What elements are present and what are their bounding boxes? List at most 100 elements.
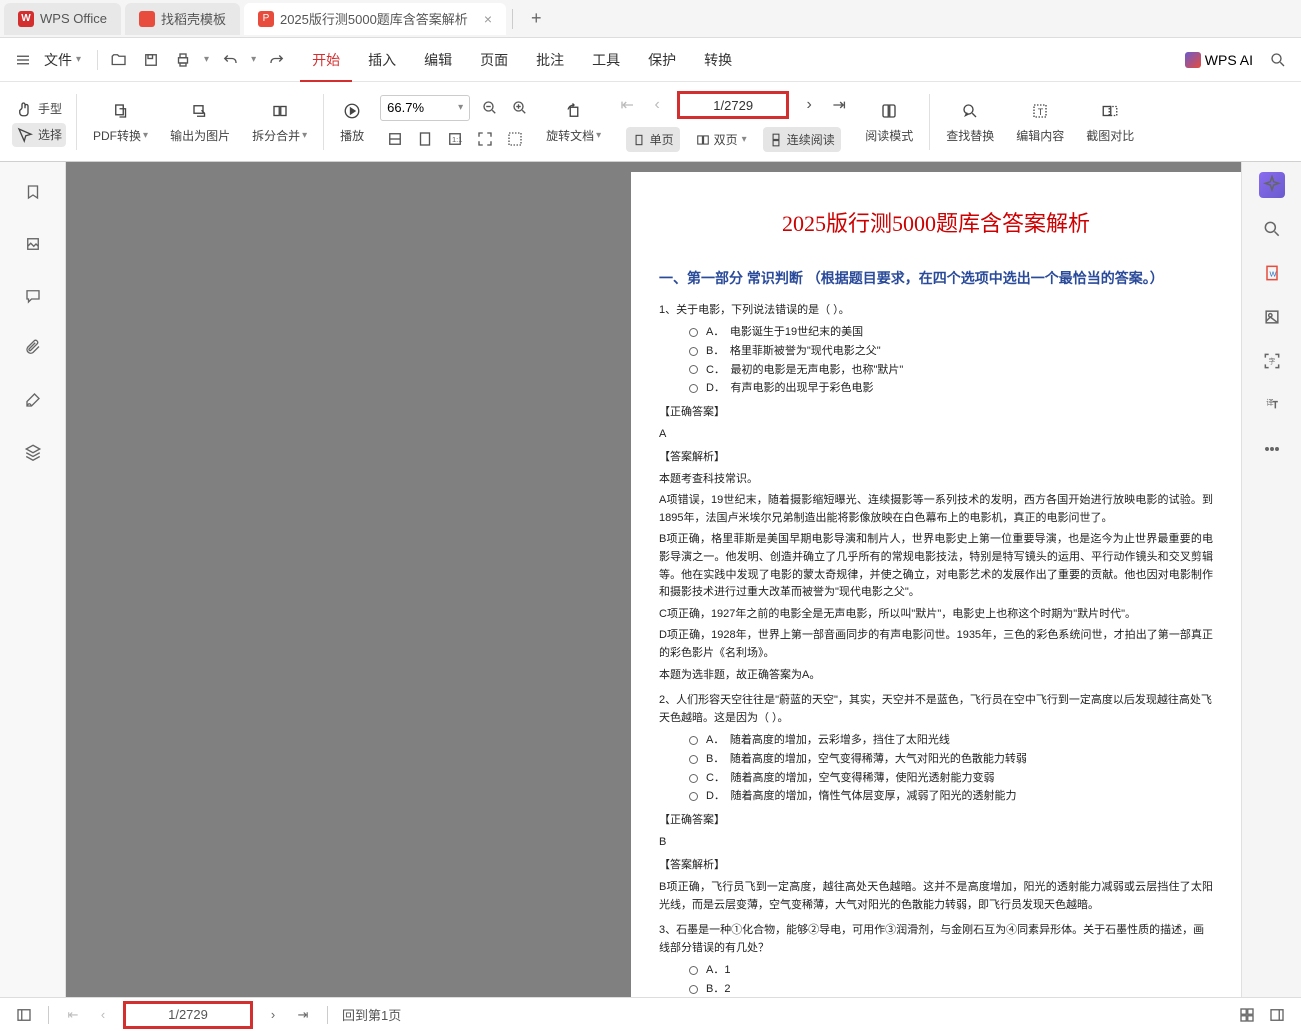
comments-icon[interactable] (21, 284, 45, 308)
option-label: B． 随着高度的增加，空气变得稀薄，大气对阳光的色散能力转弱 (706, 750, 1027, 769)
edit-content-button[interactable]: T 编辑内容 (1006, 95, 1074, 148)
export-image-button[interactable]: 输出为图片 (160, 95, 240, 148)
document-viewport[interactable]: 2025版行测5000题库含答案解析 一、第一部分 常识判断 （根据题目要求，在… (66, 162, 1241, 997)
last-page-icon[interactable]: ⇥ (829, 95, 849, 115)
rotate-icon (562, 99, 586, 123)
radio-icon (689, 985, 698, 994)
menu-protect[interactable]: 保护 (636, 44, 688, 76)
collapse-panel-icon[interactable] (1267, 1005, 1287, 1025)
fit-window-icon[interactable] (475, 129, 495, 149)
file-menu[interactable]: 文件▾ (38, 46, 87, 74)
menu-start[interactable]: 开始 (300, 38, 352, 82)
attachment-icon[interactable] (21, 336, 45, 360)
ai-panel-icon[interactable] (1259, 172, 1285, 198)
last-page-bottom-icon[interactable]: ⇥ (293, 1005, 313, 1025)
actual-size-icon[interactable]: 1:1 (445, 129, 465, 149)
zoom-out-icon[interactable] (480, 98, 500, 118)
radio-icon (689, 736, 698, 745)
radio-icon (689, 966, 698, 975)
zoom-value: 66.7% (387, 100, 424, 115)
rotate-button[interactable]: 旋转文档▾ (536, 95, 611, 148)
prev-page-bottom-icon[interactable]: ‹ (93, 1005, 113, 1025)
more-panel-icon[interactable] (1259, 436, 1285, 462)
next-page-icon[interactable]: › (799, 95, 819, 115)
grid-view-icon[interactable] (1237, 1005, 1257, 1025)
undo-icon[interactable] (219, 49, 241, 71)
doc-title: 2025版行测5000题库含答案解析 (659, 206, 1213, 241)
marquee-zoom-icon[interactable] (505, 129, 525, 149)
convert-word-icon[interactable]: W (1259, 260, 1285, 286)
separator (929, 94, 930, 150)
close-tab-icon[interactable]: × (484, 11, 492, 27)
layers-icon[interactable] (21, 440, 45, 464)
print-dropdown-icon[interactable]: ▾ (204, 54, 209, 65)
pdf-convert-button[interactable]: PDF转换▾ (83, 95, 158, 148)
option-b: B． 随着高度的增加，空气变得稀薄，大气对阳光的色散能力转弱 (689, 750, 1213, 769)
option-a: A． 随着高度的增加，云彩增多，挡住了太阳光线 (689, 731, 1213, 750)
tab-templates[interactable]: 找稻壳模板 (125, 3, 240, 35)
separator (48, 1006, 49, 1024)
wps-ai-button[interactable]: WPS AI (1185, 52, 1253, 68)
screenshot-compare-button[interactable]: 截图对比 (1076, 95, 1144, 148)
search-icon[interactable] (1267, 49, 1289, 71)
ocr-icon[interactable]: 字 (1259, 348, 1285, 374)
next-page-bottom-icon[interactable]: › (263, 1005, 283, 1025)
hand-tool[interactable]: 手型 (12, 97, 66, 121)
tab-wps-office[interactable]: W WPS Office (4, 3, 121, 35)
thumbnails-icon[interactable] (21, 232, 45, 256)
bookmark-icon[interactable] (21, 180, 45, 204)
save-icon[interactable] (140, 49, 162, 71)
signature-icon[interactable] (21, 388, 45, 412)
file-menu-label: 文件 (44, 50, 72, 70)
pdf-convert-icon (109, 99, 133, 123)
explanation-label: 【答案解析】 (659, 449, 1213, 467)
read-mode-button[interactable]: 阅读模式 (855, 95, 923, 148)
print-icon[interactable] (172, 49, 194, 71)
back-to-first-page-button[interactable]: 回到第1页 (342, 1005, 401, 1024)
prev-page-icon[interactable]: ‹ (647, 95, 667, 115)
correct-answer: B (659, 834, 1213, 852)
menu-insert[interactable]: 插入 (356, 44, 408, 76)
radio-icon (689, 755, 698, 764)
split-merge-button[interactable]: 拆分合并▾ (242, 95, 317, 148)
play-button[interactable]: 播放 (330, 95, 374, 148)
find-replace-button[interactable]: 查找替换 (936, 95, 1004, 148)
book-icon (877, 99, 901, 123)
add-tab-button[interactable]: + (519, 8, 554, 29)
menu-edit[interactable]: 编辑 (412, 44, 464, 76)
single-page-label: 单页 (650, 131, 674, 148)
fit-width-icon[interactable] (385, 129, 405, 149)
option-label: D． 有声电影的出现早于彩色电影 (706, 379, 873, 398)
panel-toggle-icon[interactable] (14, 1005, 34, 1025)
translate-icon[interactable]: 译 (1259, 392, 1285, 418)
zoom-in-icon[interactable] (510, 98, 530, 118)
select-tool[interactable]: 选择 (12, 123, 66, 147)
page-indicator-bottom[interactable]: 1/2729 (123, 1001, 253, 1029)
folder-open-icon[interactable] (108, 49, 130, 71)
hamburger-menu-icon[interactable] (12, 49, 34, 71)
correct-answer-label: 【正确答案】 (659, 404, 1213, 422)
menu-convert[interactable]: 转换 (692, 44, 744, 76)
menu-annotate[interactable]: 批注 (524, 44, 576, 76)
menu-page[interactable]: 页面 (468, 44, 520, 76)
option-d: D． 随着高度的增加，惰性气体层变厚，减弱了阳光的透射能力 (689, 787, 1213, 806)
convert-image-icon[interactable] (1259, 304, 1285, 330)
question-text: 1、关于电影，下列说法错误的是（ ）。 (659, 302, 1213, 320)
first-page-icon[interactable]: ⇤ (617, 95, 637, 115)
undo-dropdown-icon[interactable]: ▾ (251, 54, 256, 65)
page-indicator-top[interactable]: 1/2729 (677, 91, 789, 119)
fit-page-icon[interactable] (415, 129, 435, 149)
first-page-bottom-icon[interactable]: ⇤ (63, 1005, 83, 1025)
play-label: 播放 (340, 127, 364, 144)
continuous-button[interactable]: 连续阅读 (763, 127, 841, 152)
double-page-button[interactable]: 双页▾ (690, 127, 753, 152)
document-page: 2025版行测5000题库含答案解析 一、第一部分 常识判断 （根据题目要求，在… (631, 172, 1241, 997)
ai-label: WPS AI (1205, 52, 1253, 68)
redo-icon[interactable] (266, 49, 288, 71)
menu-tools[interactable]: 工具 (580, 44, 632, 76)
zoom-input[interactable]: 66.7%▾ (380, 95, 470, 121)
export-image-icon (188, 99, 212, 123)
tab-document[interactable]: P 2025版行测5000题库含答案解析 × (244, 3, 506, 35)
single-page-button[interactable]: 单页 (626, 127, 680, 152)
search-panel-icon[interactable] (1259, 216, 1285, 242)
